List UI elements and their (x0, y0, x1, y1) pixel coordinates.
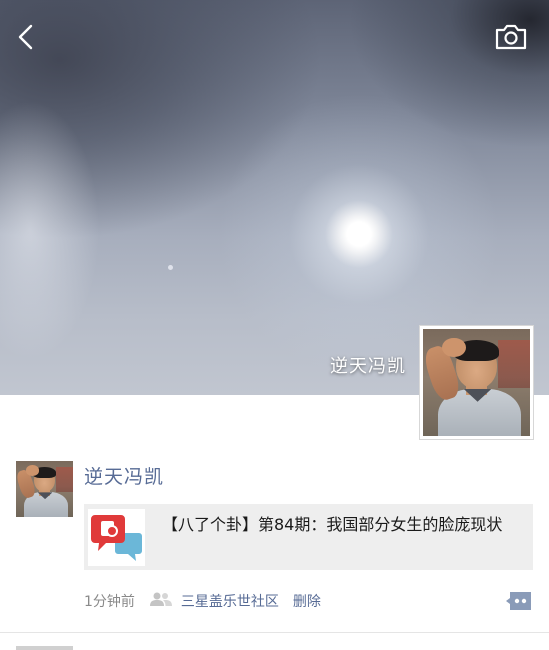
back-button[interactable] (12, 22, 42, 52)
comment-dots-icon (506, 592, 531, 610)
post-author-avatar[interactable] (16, 461, 73, 517)
post-time: 1分钟前 (84, 594, 135, 610)
avatar-image (423, 329, 530, 436)
link-thumbnail (88, 509, 145, 566)
next-post-avatar[interactable] (16, 646, 73, 650)
chevron-left-icon (18, 24, 33, 50)
chat-bubbles-logo-icon (88, 509, 145, 566)
link-title: 【八了个卦】第84期：我国部分女生的脸庞现状 (162, 515, 503, 534)
post-meta: 1分钟前 三星盖乐世社区 删除 (84, 590, 321, 612)
shared-link-card[interactable]: 【八了个卦】第84期：我国部分女生的脸庞现状 (84, 504, 533, 570)
profile-name[interactable]: 逆天冯凯 (300, 352, 406, 378)
camera-icon (495, 24, 527, 50)
post-divider (0, 632, 549, 633)
post-author-name[interactable]: 逆天冯凯 (84, 462, 164, 489)
cloud-haze (0, 100, 100, 360)
people-icon (149, 591, 173, 611)
sky-speck (168, 265, 173, 270)
camera-button[interactable] (494, 22, 528, 52)
post-location[interactable]: 三星盖乐世社区 (181, 591, 279, 611)
profile-avatar[interactable] (419, 325, 534, 440)
avatar-image (16, 461, 73, 517)
comment-button[interactable] (506, 590, 533, 612)
delete-button[interactable]: 删除 (293, 591, 321, 611)
